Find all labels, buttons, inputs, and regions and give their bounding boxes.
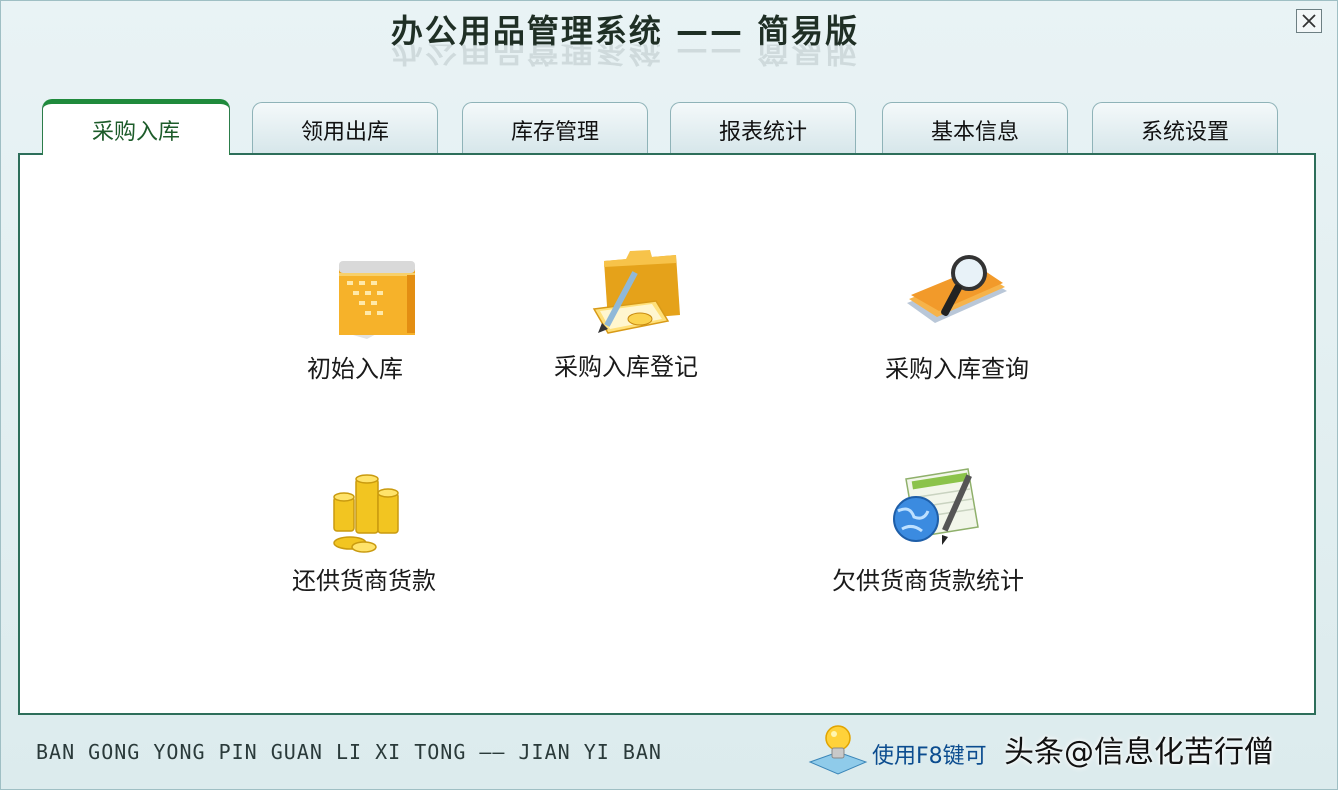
folder-pen-icon: [592, 250, 680, 334]
footer-pinyin: BAN GONG YONG PIN GUAN LI XI TONG —— JIA…: [36, 740, 662, 764]
tab-purchase-in[interactable]: 采购入库: [42, 99, 230, 155]
item-purchase-query[interactable]: 采购入库查询: [857, 251, 1057, 384]
hint-text: 使用F8键可: [872, 744, 987, 769]
item-owed-supplier-stats[interactable]: 欠供货商货款统计: [828, 465, 1028, 596]
item-label: 采购入库查询: [885, 355, 1029, 383]
book-icon: [339, 261, 415, 339]
globe-pen-icon: [893, 468, 979, 545]
watermark-text: 头条@信息化苦行僧: [1004, 735, 1274, 770]
app-title-reflection: 办公用品管理系统 —— 简易版: [390, 44, 860, 69]
item-label: 初始入库: [307, 355, 403, 383]
lightbulb-icon: [808, 725, 868, 775]
item-label: 还供货商货款: [292, 567, 436, 595]
tab-inventory[interactable]: 库存管理: [462, 102, 648, 154]
item-label: 欠供货商货款统计: [832, 567, 1024, 595]
coins-icon: [333, 474, 399, 553]
tab-requisition-out[interactable]: 领用出库: [252, 102, 438, 154]
item-repay-supplier[interactable]: 还供货商货款: [264, 471, 464, 596]
main-panel: 初始入库 采购入库登记 采购入库查询 还供货商货款 欠供货商货款统计: [18, 153, 1316, 715]
tab-reports[interactable]: 报表统计: [670, 102, 856, 154]
item-purchase-register[interactable]: 采购入库登记: [526, 241, 726, 382]
magnifier-docs-icon: [907, 255, 1007, 323]
tab-settings[interactable]: 系统设置: [1092, 102, 1278, 154]
tab-basic-info[interactable]: 基本信息: [882, 102, 1068, 154]
close-button[interactable]: [1296, 9, 1322, 33]
close-icon: [1302, 14, 1316, 28]
item-initial-stock[interactable]: 初始入库: [255, 247, 455, 384]
item-label: 采购入库登记: [554, 353, 698, 381]
